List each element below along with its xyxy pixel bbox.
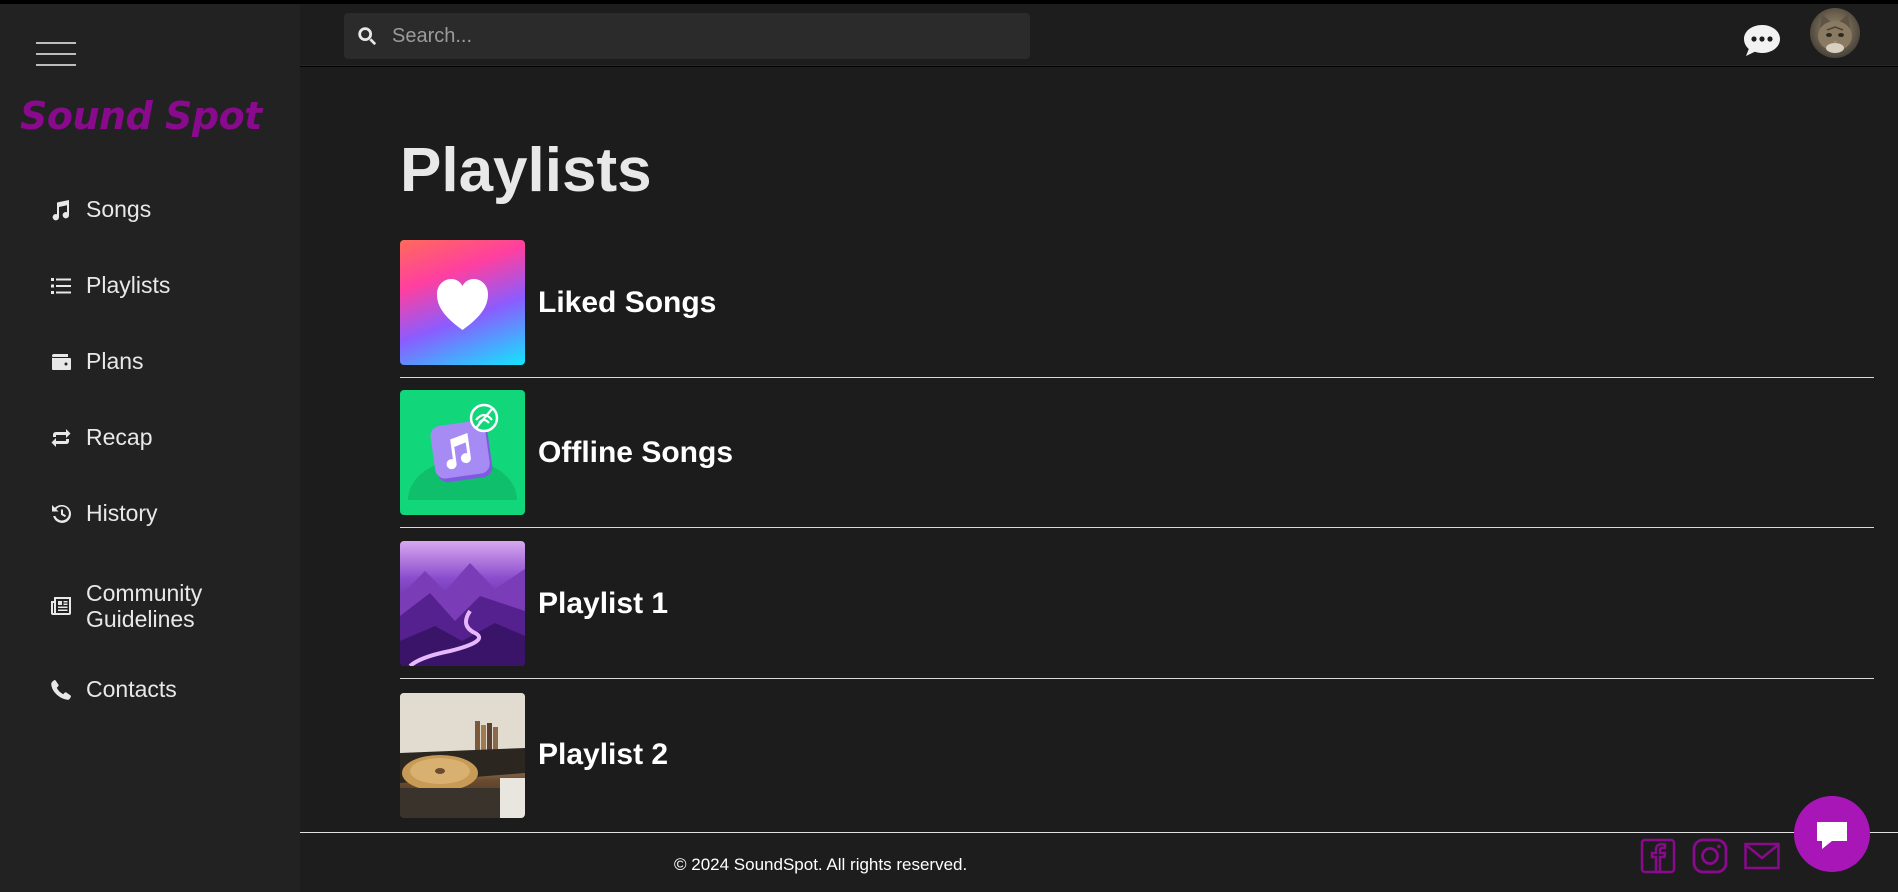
record-player-image	[400, 692, 525, 818]
playlist-row-playlist-2[interactable]: Playlist 2	[400, 680, 1874, 830]
sidebar-item-label: Playlists	[86, 272, 171, 298]
sidebar-item-contacts[interactable]: Contacts	[48, 676, 177, 703]
instagram-icon[interactable]	[1692, 838, 1728, 874]
sidebar-item-songs[interactable]: Songs	[48, 196, 151, 223]
sidebar-item-label: Plans	[86, 348, 144, 374]
playlist-name: Offline Songs	[538, 435, 733, 469]
newspaper-icon	[48, 593, 74, 619]
email-icon[interactable]	[1744, 838, 1780, 874]
sidebar-item-history[interactable]: History	[48, 500, 158, 527]
offline-music-icon	[408, 403, 517, 500]
chat-fab-button[interactable]	[1794, 796, 1870, 872]
main-content: Playlists Liked Songs Offline Songs Play…	[300, 67, 1898, 832]
label-line-1: Community	[86, 580, 203, 606]
facebook-icon[interactable]	[1640, 838, 1676, 874]
search-input[interactable]	[392, 24, 992, 48]
heart-icon	[437, 279, 488, 330]
list-icon	[48, 273, 74, 299]
page-title: Playlists	[400, 136, 652, 205]
sidebar-item-label: History	[86, 500, 158, 526]
playlist-row-offline-songs[interactable]: Offline Songs	[400, 378, 1874, 528]
chat-message-icon	[1817, 822, 1847, 849]
sidebar-item-playlists[interactable]: Playlists	[48, 272, 170, 299]
history-icon	[48, 501, 74, 527]
copyright-text: © 2024 SoundSpot. All rights reserved.	[674, 855, 968, 874]
label-line-2: Guidelines	[86, 606, 195, 632]
music-note-icon	[48, 197, 74, 223]
offline-songs-cover	[400, 390, 525, 515]
playlist-1-cover	[400, 541, 525, 666]
phone-icon	[48, 677, 74, 703]
playlist-row-liked-songs[interactable]: Liked Songs	[400, 228, 1874, 378]
sidebar-item-label: Contacts	[86, 676, 177, 702]
sidebar: Sound Spot Songs Playlists Plans Recap H…	[0, 4, 300, 892]
playlist-2-cover	[400, 692, 525, 818]
playlist-row-playlist-1[interactable]: Playlist 1	[400, 529, 1874, 679]
cat-avatar-image	[1818, 14, 1852, 53]
chat-bubble-icon[interactable]	[1742, 22, 1782, 58]
top-header	[300, 4, 1898, 66]
sidebar-item-label: Community Guidelines	[86, 580, 202, 632]
sidebar-item-plans[interactable]: Plans	[48, 348, 144, 375]
search-bar[interactable]	[344, 13, 1030, 59]
sidebar-item-community-guidelines[interactable]: Community Guidelines	[48, 580, 202, 632]
sidebar-item-label: Recap	[86, 424, 153, 450]
playlist-name: Liked Songs	[538, 285, 717, 319]
playlist-name: Playlist 2	[538, 738, 669, 771]
hamburger-menu-icon[interactable]	[36, 40, 76, 70]
sidebar-item-label: Songs	[86, 196, 152, 222]
repeat-icon	[48, 425, 74, 451]
user-avatar[interactable]	[1810, 8, 1860, 58]
sidebar-item-recap[interactable]: Recap	[48, 424, 152, 451]
app-logo[interactable]: Sound Spot	[20, 94, 262, 138]
liked-songs-cover	[400, 240, 525, 365]
mountain-valley-image	[400, 563, 525, 666]
playlist-name: Playlist 1	[538, 586, 669, 620]
wallet-icon	[48, 349, 74, 375]
search-icon	[358, 27, 377, 46]
